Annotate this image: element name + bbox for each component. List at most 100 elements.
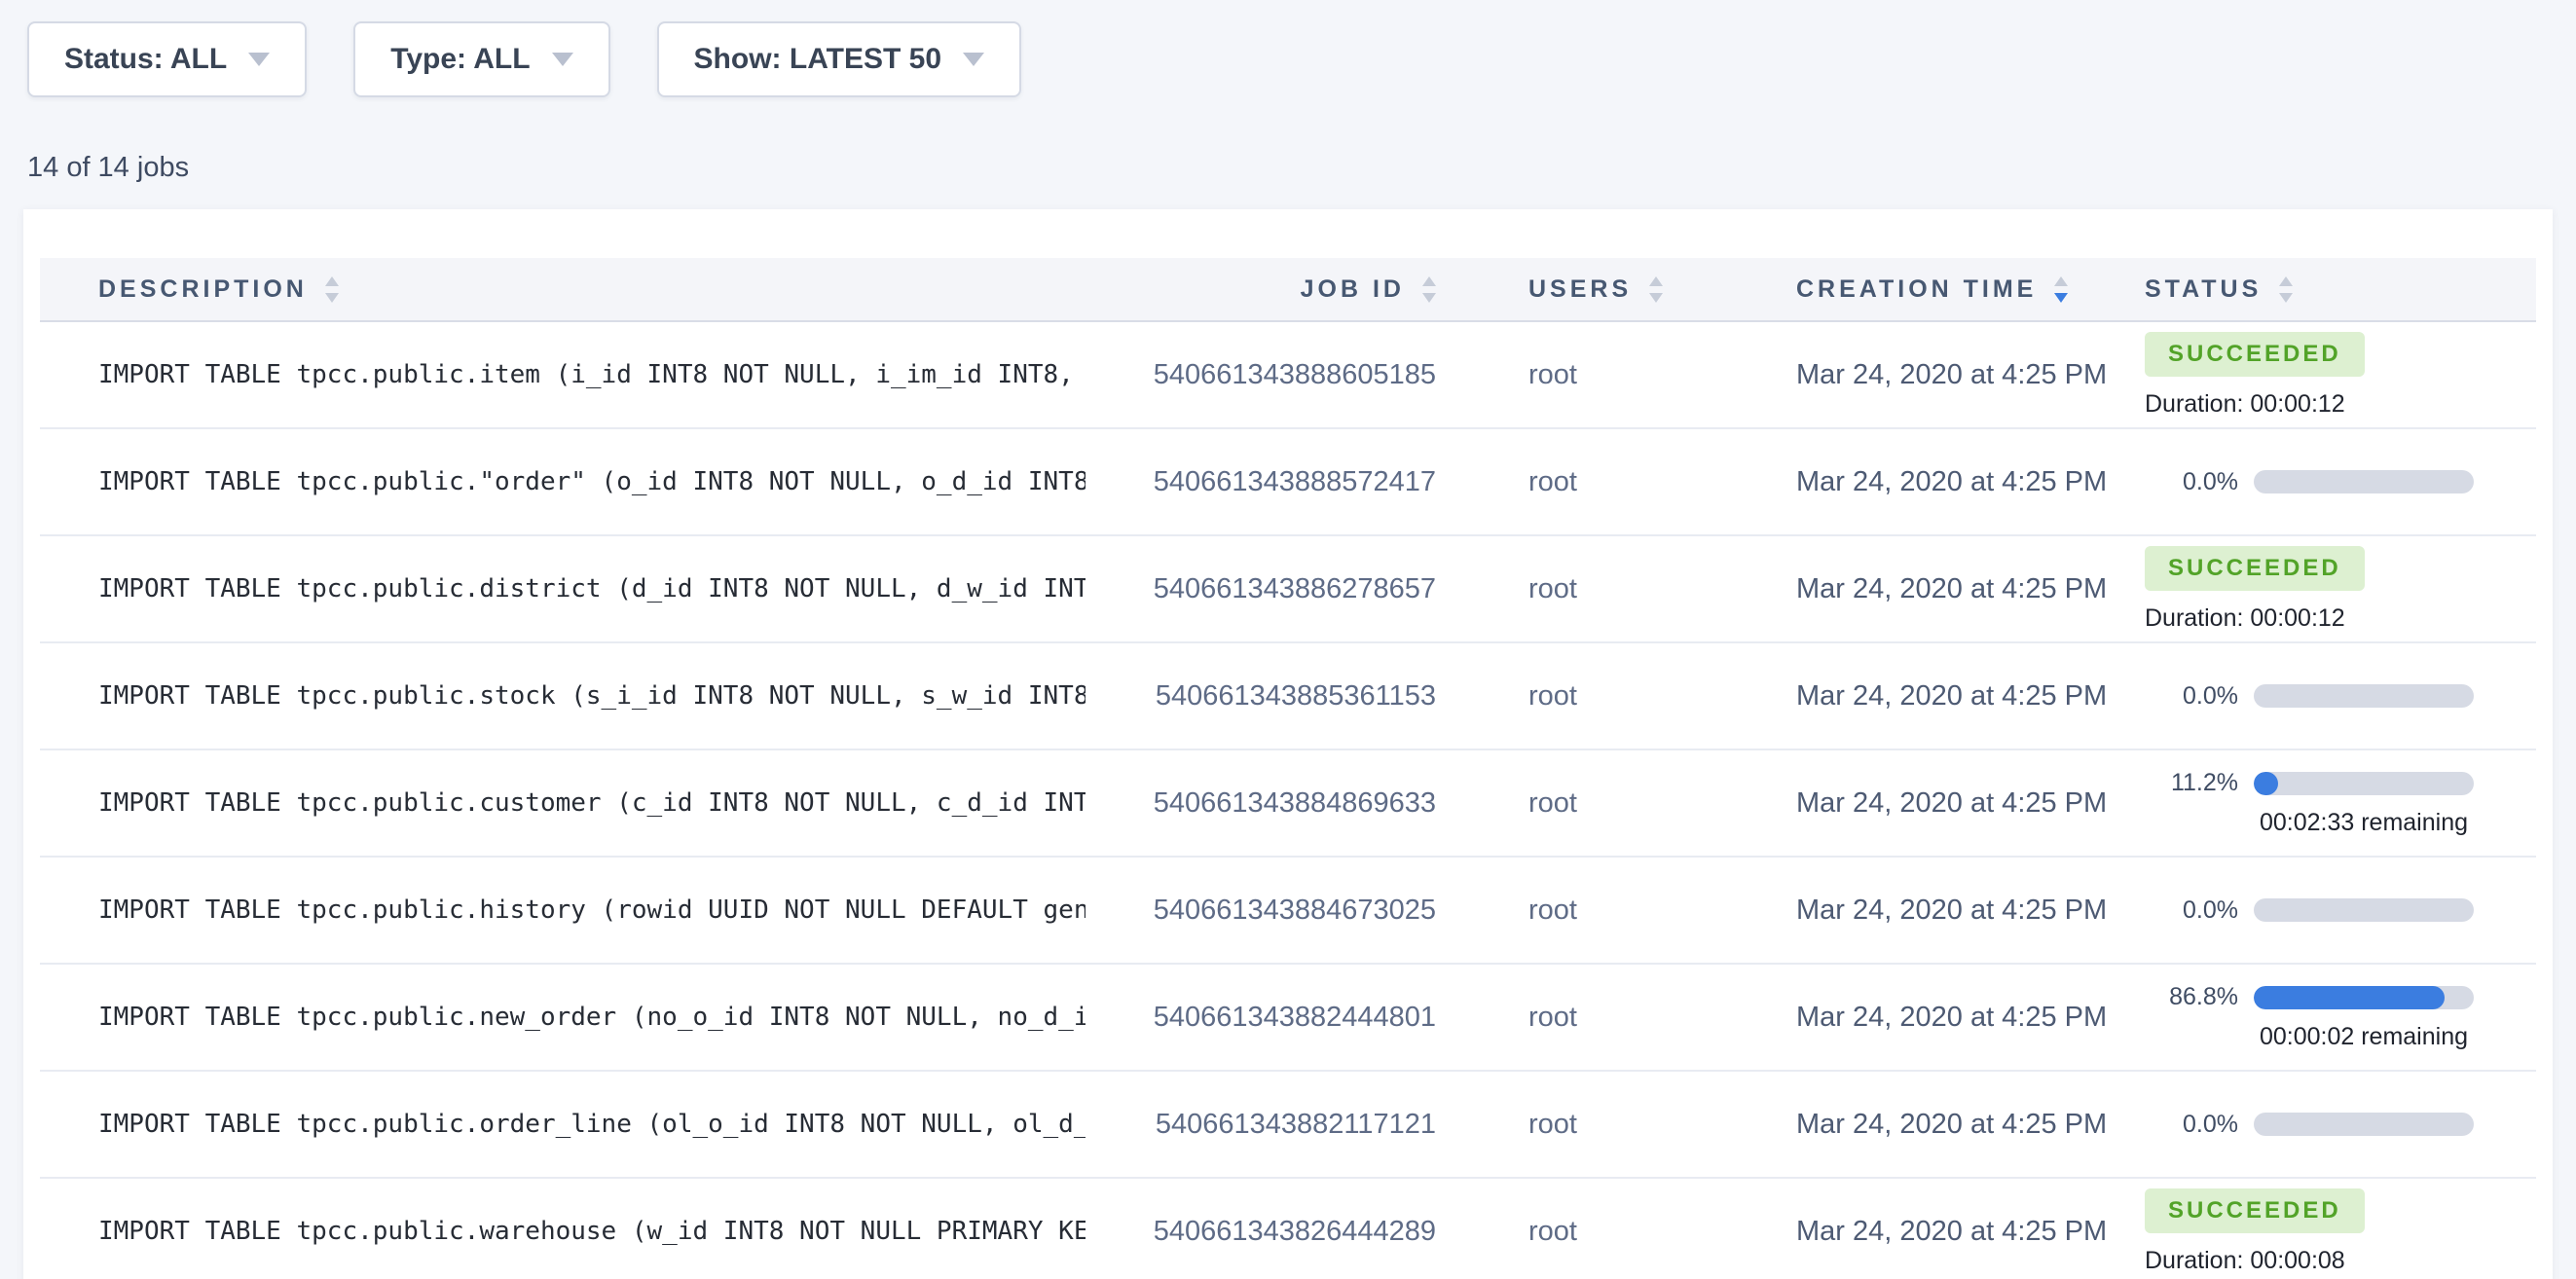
status-badge: SUCCEEDED [2145,332,2365,377]
column-header-job-id[interactable]: JOB ID [1086,275,1436,304]
job-description: IMPORT TABLE tpcc.public.new_order (no_o… [40,1003,1086,1032]
status-filter-label: Status: ALL [64,43,227,76]
job-user: root [1436,573,1757,605]
progress-percent: 0.0% [2145,1111,2238,1139]
chevron-down-icon [552,53,573,66]
job-creation-time: Mar 24, 2020 at 4:25 PM [1757,680,2127,713]
job-id: 540661343882117121 [1086,1109,1436,1141]
progress-remaining: 00:02:33 remaining [2254,809,2474,837]
table-row[interactable]: IMPORT TABLE tpcc.public.warehouse (w_id… [40,1179,2536,1279]
job-description: IMPORT TABLE tpcc.public.warehouse (w_id… [40,1217,1086,1246]
job-description: IMPORT TABLE tpcc.public.stock (s_i_id I… [40,681,1086,711]
job-creation-time: Mar 24, 2020 at 4:25 PM [1757,573,2127,605]
job-description: IMPORT TABLE tpcc.public.district (d_id … [40,574,1086,603]
job-id: 540661343888572417 [1086,466,1436,498]
job-creation-time: Mar 24, 2020 at 4:25 PM [1757,1002,2127,1034]
sort-arrows-icon [1422,276,1436,303]
job-id: 540661343884869633 [1086,787,1436,820]
column-header-description[interactable]: DESCRIPTION [40,275,1086,304]
job-user: root [1436,680,1757,713]
job-status-cell: 86.8% 00:00:02 remaining [2127,983,2536,1051]
status-duration: Duration: 00:00:08 [2145,1247,2345,1275]
sort-arrows-icon [2279,276,2293,303]
job-status-cell: SUCCEEDED Duration: 00:00:12 [2127,332,2536,419]
job-id: 540661343885361153 [1086,680,1436,713]
job-id: 540661343888605185 [1086,359,1436,391]
job-user: root [1436,1002,1757,1034]
type-filter-label: Type: ALL [390,43,530,76]
progress-remaining: 00:00:02 remaining [2254,1023,2474,1051]
job-id: 540661343826444289 [1086,1216,1436,1248]
job-status-cell: SUCCEEDED Duration: 00:00:08 [2127,1188,2536,1275]
job-id: 540661343884673025 [1086,895,1436,927]
column-header-status[interactable]: STATUS [2127,275,2536,304]
job-user: root [1436,787,1757,820]
progress-percent: 0.0% [2145,682,2238,711]
job-description: IMPORT TABLE tpcc.public.order_line (ol_… [40,1110,1086,1139]
jobs-table: DESCRIPTION JOB ID USERS CREATION TIME S… [40,209,2536,1279]
table-row[interactable]: IMPORT TABLE tpcc.public.history (rowid … [40,858,2536,965]
job-creation-time: Mar 24, 2020 at 4:25 PM [1757,787,2127,820]
table-row[interactable]: IMPORT TABLE tpcc.public.district (d_id … [40,536,2536,643]
column-label: DESCRIPTION [98,275,308,304]
progress-bar [2254,986,2474,1009]
job-user: root [1436,359,1757,391]
job-status-cell: 11.2% 00:02:33 remaining [2127,769,2536,837]
sort-arrows-icon [2054,276,2068,303]
progress-bar [2254,1113,2474,1136]
progress-bar [2254,898,2474,922]
job-description: IMPORT TABLE tpcc.public.history (rowid … [40,895,1086,925]
table-row[interactable]: IMPORT TABLE tpcc.public."order" (o_id I… [40,429,2536,536]
column-label: CREATION TIME [1796,275,2037,304]
job-creation-time: Mar 24, 2020 at 4:25 PM [1757,466,2127,498]
table-row[interactable]: IMPORT TABLE tpcc.public.customer (c_id … [40,750,2536,858]
job-creation-time: Mar 24, 2020 at 4:25 PM [1757,1109,2127,1141]
status-badge: SUCCEEDED [2145,546,2365,591]
sort-arrows-icon [1649,276,1663,303]
column-label: STATUS [2145,275,2262,304]
jobs-count-summary: 14 of 14 jobs [27,152,2576,184]
chevron-down-icon [963,53,984,66]
progress-percent: 0.0% [2145,896,2238,925]
job-status-cell: 0.0% [2127,896,2536,925]
show-filter-label: Show: LATEST 50 [694,43,941,76]
column-header-creation-time[interactable]: CREATION TIME [1757,275,2127,304]
job-id: 540661343886278657 [1086,573,1436,605]
column-header-users[interactable]: USERS [1436,275,1757,304]
table-row[interactable]: IMPORT TABLE tpcc.public.stock (s_i_id I… [40,643,2536,750]
progress-percent: 11.2% [2145,769,2238,797]
status-duration: Duration: 00:00:12 [2145,604,2345,633]
status-filter-dropdown[interactable]: Status: ALL [27,21,307,97]
job-description: IMPORT TABLE tpcc.public.item (i_id INT8… [40,360,1086,389]
job-creation-time: Mar 24, 2020 at 4:25 PM [1757,1216,2127,1248]
progress-bar-fill [2254,986,2445,1009]
job-description: IMPORT TABLE tpcc.public.customer (c_id … [40,788,1086,818]
status-badge: SUCCEEDED [2145,1188,2365,1233]
job-creation-time: Mar 24, 2020 at 4:25 PM [1757,895,2127,927]
jobs-table-panel: DESCRIPTION JOB ID USERS CREATION TIME S… [23,209,2553,1279]
jobs-table-body: IMPORT TABLE tpcc.public.item (i_id INT8… [40,322,2536,1279]
job-user: root [1436,1216,1757,1248]
job-user: root [1436,1109,1757,1141]
table-row[interactable]: IMPORT TABLE tpcc.public.item (i_id INT8… [40,322,2536,429]
jobs-table-header: DESCRIPTION JOB ID USERS CREATION TIME S… [40,258,2536,322]
job-status-cell: 0.0% [2127,468,2536,496]
job-status-cell: SUCCEEDED Duration: 00:00:12 [2127,546,2536,633]
table-row[interactable]: IMPORT TABLE tpcc.public.order_line (ol_… [40,1072,2536,1179]
job-user: root [1436,895,1757,927]
job-user: root [1436,466,1757,498]
table-row[interactable]: IMPORT TABLE tpcc.public.new_order (no_o… [40,965,2536,1072]
show-filter-dropdown[interactable]: Show: LATEST 50 [657,21,1021,97]
job-description: IMPORT TABLE tpcc.public."order" (o_id I… [40,467,1086,496]
progress-percent: 0.0% [2145,468,2238,496]
job-id: 540661343882444801 [1086,1002,1436,1034]
type-filter-dropdown[interactable]: Type: ALL [353,21,609,97]
column-label: USERS [1528,275,1632,304]
job-status-cell: 0.0% [2127,682,2536,711]
job-creation-time: Mar 24, 2020 at 4:25 PM [1757,359,2127,391]
jobs-filter-bar: Status: ALL Type: ALL Show: LATEST 50 [0,0,2576,97]
sort-arrows-icon [325,276,339,303]
progress-bar [2254,684,2474,708]
chevron-down-icon [248,53,270,66]
status-duration: Duration: 00:00:12 [2145,390,2345,419]
